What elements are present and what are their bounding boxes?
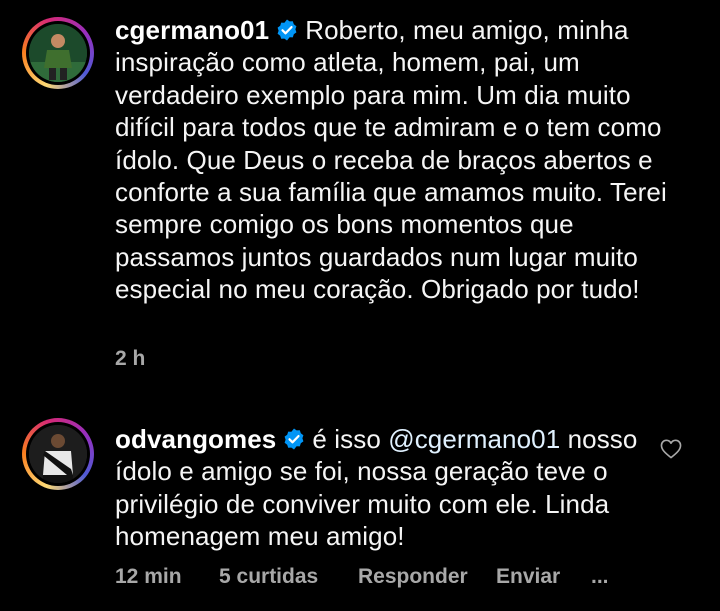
comment-body-prefix: é isso xyxy=(312,424,389,454)
verified-badge-icon xyxy=(284,428,304,450)
comment-timestamp: 2 h xyxy=(115,347,146,370)
avatar[interactable] xyxy=(22,418,94,490)
username[interactable]: odvangomes xyxy=(115,424,276,454)
comment-meta-row: 12 min 5 curtidas Responder Enviar ... xyxy=(115,565,609,589)
comment-odvangomes: odvangomes é isso @cgermano01 nosso ídol… xyxy=(0,395,720,611)
comment-cgermano01: cgermano01 Roberto, meu amigo, minha ins… xyxy=(0,0,720,395)
mention-link[interactable]: @cgermano01 xyxy=(388,424,560,454)
comment-body: Roberto, meu amigo, minha inspiração com… xyxy=(115,15,667,305)
likes-count-link[interactable]: 5 curtidas xyxy=(219,565,358,589)
comment-timestamp: 12 min xyxy=(115,565,182,588)
comment-text-block: cgermano01 Roberto, meu amigo, minha ins… xyxy=(115,14,675,306)
comment-text-block: odvangomes é isso @cgermano01 nosso ídol… xyxy=(115,423,655,553)
profile-photo-icon xyxy=(29,24,87,82)
avatar-photo xyxy=(29,24,87,82)
avatar[interactable] xyxy=(22,17,94,89)
more-options-button[interactable]: ... xyxy=(591,565,609,589)
avatar-photo xyxy=(29,425,87,483)
heart-outline-icon[interactable] xyxy=(660,439,682,459)
verified-badge-icon xyxy=(277,19,297,41)
send-button[interactable]: Enviar xyxy=(496,565,591,589)
reply-button[interactable]: Responder xyxy=(358,565,496,589)
username[interactable]: cgermano01 xyxy=(115,15,269,45)
profile-photo-icon xyxy=(29,425,87,483)
